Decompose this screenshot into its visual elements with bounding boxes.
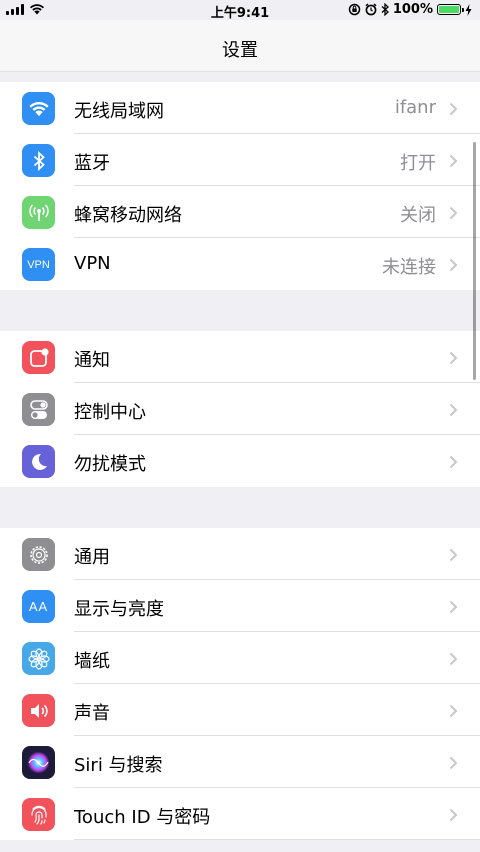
text-size-icon-text: AA bbox=[28, 599, 49, 614]
fingerprint-icon bbox=[22, 798, 55, 831]
battery-level-fill bbox=[439, 6, 459, 13]
chevron-right-icon bbox=[449, 455, 458, 469]
row-value: ifanr bbox=[394, 97, 436, 118]
chevron-right-icon bbox=[449, 258, 458, 272]
settings-row-wallpaper[interactable]: 墙纸 bbox=[0, 632, 480, 684]
row-value: 关闭 bbox=[400, 205, 436, 226]
row-label: 通知 bbox=[74, 350, 110, 371]
settings-group-notifications: 通知 控制中心 勿扰模式 bbox=[0, 331, 480, 487]
battery-icon bbox=[437, 4, 464, 15]
row-divider bbox=[74, 839, 480, 840]
row-label: 墙纸 bbox=[74, 651, 110, 672]
settings-row-wifi[interactable]: 无线局域网 ifanr bbox=[0, 82, 480, 134]
chevron-right-icon bbox=[449, 102, 458, 116]
settings-screen: 上午9:41 100% 设置 无线局域网 ifanr 蓝牙 打开 蜂窝移动网络 … bbox=[0, 0, 480, 852]
navigation-bar: 设置 bbox=[0, 20, 480, 72]
row-label: 控制中心 bbox=[74, 402, 146, 423]
settings-row-cellular[interactable]: 蜂窝移动网络 关闭 bbox=[0, 186, 480, 238]
row-label: 蓝牙 bbox=[74, 153, 110, 174]
settings-row-control-center[interactable]: 控制中心 bbox=[0, 383, 480, 435]
row-label: Siri 与搜索 bbox=[74, 755, 163, 776]
notifications-icon bbox=[22, 341, 55, 374]
chevron-right-icon bbox=[449, 154, 458, 168]
settings-row-bluetooth[interactable]: 蓝牙 打开 bbox=[0, 134, 480, 186]
settings-row-vpn[interactable]: VPN VPN 未连接 bbox=[0, 238, 480, 290]
bluetooth-status-icon bbox=[381, 3, 389, 16]
settings-row-touch-id[interactable]: Touch ID 与密码 bbox=[0, 788, 480, 840]
row-label: VPN bbox=[74, 253, 111, 274]
chevron-right-icon bbox=[449, 704, 458, 718]
chevron-right-icon bbox=[449, 600, 458, 614]
nav-divider bbox=[0, 71, 480, 72]
status-right: 100% bbox=[348, 2, 472, 17]
chevron-right-icon bbox=[449, 206, 458, 220]
row-label: 无线局域网 bbox=[74, 101, 164, 122]
bluetooth-icon bbox=[22, 144, 55, 177]
vpn-icon-text: VPN bbox=[27, 258, 50, 271]
settings-row-display[interactable]: AA 显示与亮度 bbox=[0, 580, 480, 632]
chevron-right-icon bbox=[449, 808, 458, 822]
speaker-icon bbox=[22, 694, 55, 727]
row-label: 勿扰模式 bbox=[74, 454, 146, 475]
vertical-scroll-indicator[interactable] bbox=[473, 142, 476, 380]
settings-row-notifications[interactable]: 通知 bbox=[0, 331, 480, 383]
page-title: 设置 bbox=[222, 40, 258, 61]
row-label: 蜂窝移动网络 bbox=[74, 205, 182, 226]
row-label: Touch ID 与密码 bbox=[74, 807, 211, 828]
battery-percent: 100% bbox=[392, 2, 433, 17]
siri-icon bbox=[22, 746, 55, 779]
flower-icon bbox=[22, 642, 55, 675]
cellular-antenna-icon bbox=[22, 196, 55, 229]
settings-row-do-not-disturb[interactable]: 勿扰模式 bbox=[0, 435, 480, 487]
gear-icon bbox=[22, 538, 55, 571]
settings-group-connectivity: 无线局域网 ifanr 蓝牙 打开 蜂窝移动网络 关闭 VPN VPN 未连接 bbox=[0, 82, 480, 290]
chevron-right-icon bbox=[449, 403, 458, 417]
row-value: 未连接 bbox=[382, 257, 436, 278]
row-value: 打开 bbox=[400, 153, 436, 174]
text-size-icon: AA bbox=[22, 590, 55, 623]
chevron-right-icon bbox=[449, 548, 458, 562]
rotation-lock-icon bbox=[348, 3, 361, 16]
chevron-right-icon bbox=[449, 756, 458, 770]
vpn-icon: VPN bbox=[22, 248, 55, 281]
settings-row-siri[interactable]: Siri 与搜索 bbox=[0, 736, 480, 788]
settings-row-sounds[interactable]: 声音 bbox=[0, 684, 480, 736]
status-bar: 上午9:41 100% bbox=[0, 0, 480, 21]
moon-icon bbox=[22, 445, 55, 478]
wifi-icon bbox=[22, 92, 55, 125]
settings-row-general[interactable]: 通用 bbox=[0, 528, 480, 580]
alarm-icon bbox=[365, 3, 377, 16]
row-label: 显示与亮度 bbox=[74, 599, 164, 620]
chevron-right-icon bbox=[449, 652, 458, 666]
row-label: 声音 bbox=[74, 703, 110, 724]
switches-icon bbox=[22, 393, 55, 426]
chevron-right-icon bbox=[449, 351, 458, 365]
settings-group-general: 通用 AA 显示与亮度 墙纸 声音 Siri 与搜索 Touch ID 与密码 bbox=[0, 528, 480, 840]
charging-bolt-icon bbox=[465, 3, 472, 16]
row-label: 通用 bbox=[74, 547, 110, 568]
